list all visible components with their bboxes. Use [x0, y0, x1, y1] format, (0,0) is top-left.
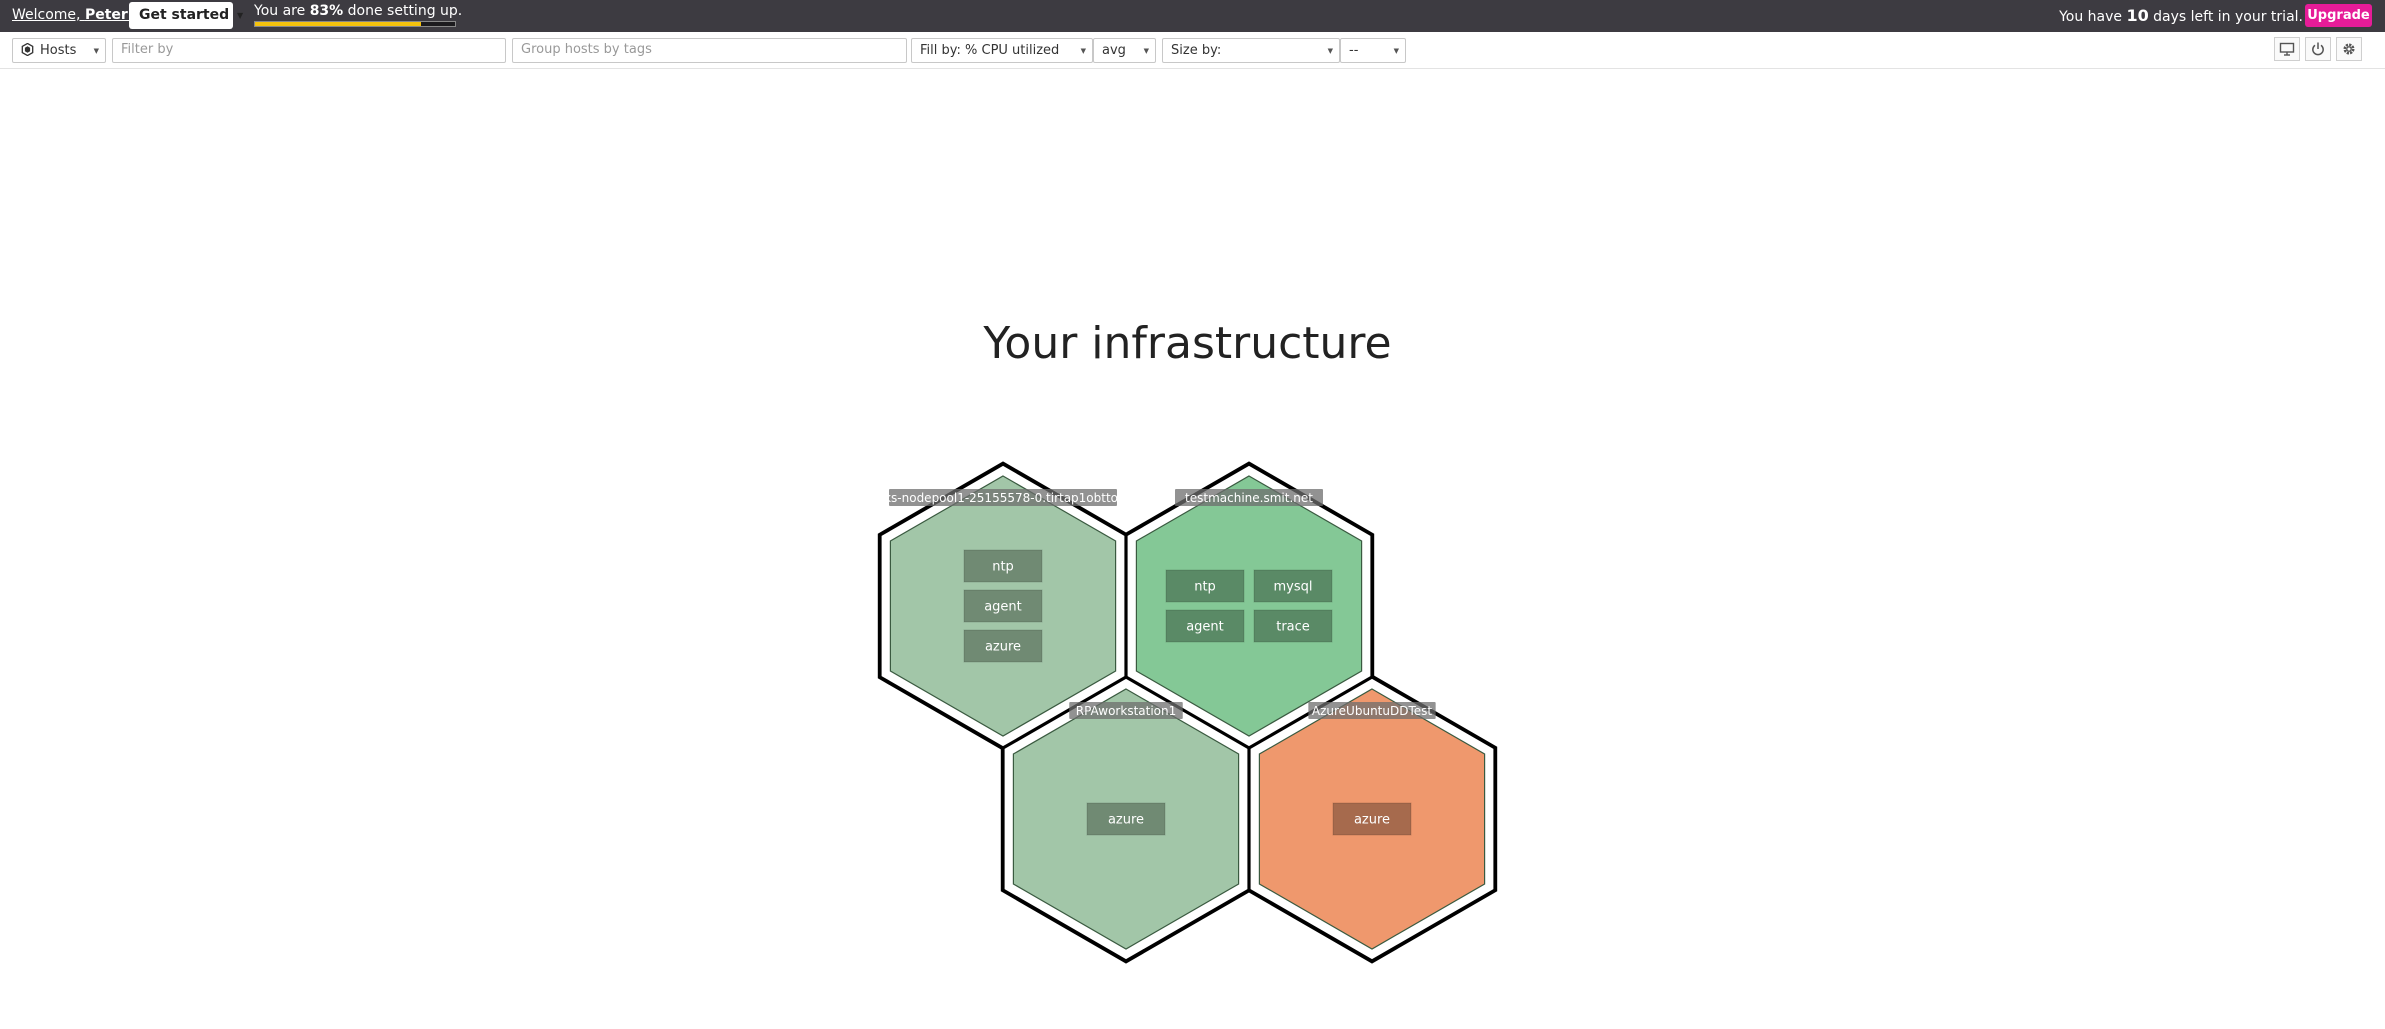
app-tag[interactable]: ntp [963, 549, 1043, 583]
app-tag-label: ntp [1194, 580, 1216, 595]
app-tag[interactable]: trace [1253, 609, 1333, 643]
host-label: AzureUbuntuDDTest [1312, 704, 1432, 718]
app-tag[interactable]: azure [1086, 802, 1166, 836]
host-map: aks-nodepool1-25155578-0.tirtap1obtto...… [877, 461, 1498, 964]
app-tag-label: azure [1354, 813, 1390, 828]
app-tag[interactable]: azure [1332, 802, 1412, 836]
host-label: aks-nodepool1-25155578-0.tirtap1obtto... [877, 491, 1130, 505]
app-tag[interactable]: agent [1165, 609, 1245, 643]
app-tag-label: azure [985, 640, 1021, 655]
app-tag-label: azure [1108, 813, 1144, 828]
app-tag[interactable]: agent [963, 589, 1043, 623]
host-map-hosts: aks-nodepool1-25155578-0.tirtap1obtto...… [877, 475, 1486, 950]
app-tag[interactable]: azure [963, 629, 1043, 663]
app-tag-label: trace [1276, 620, 1310, 635]
app-tag[interactable]: mysql [1253, 569, 1333, 603]
app-tag-label: mysql [1274, 580, 1313, 595]
app-tag-label: agent [1186, 620, 1224, 635]
app-tag-label: ntp [992, 560, 1014, 575]
host-label: RPAworkstation1 [1076, 704, 1177, 718]
app-tag-label: agent [984, 600, 1022, 615]
host-label: testmachine.smit.net [1185, 491, 1313, 505]
app-tag[interactable]: ntp [1165, 569, 1245, 603]
